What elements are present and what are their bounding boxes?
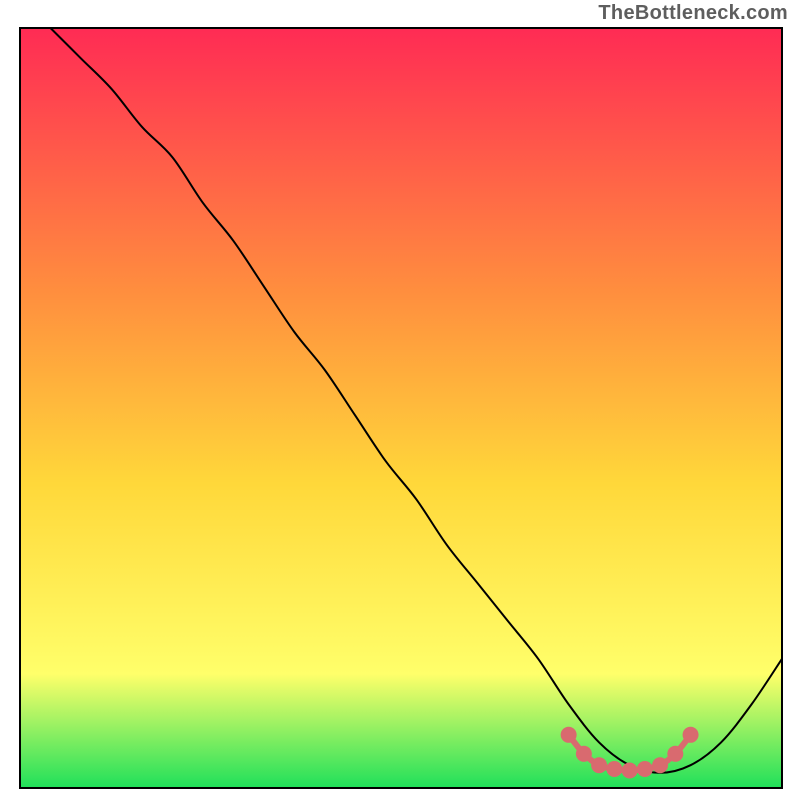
optimal-zone-point (667, 746, 683, 762)
optimal-zone-point (561, 727, 577, 743)
optimal-zone-point (606, 761, 622, 777)
watermark-text: TheBottleneck.com (598, 2, 788, 25)
chart-background (20, 28, 782, 788)
optimal-zone-point (622, 763, 638, 779)
chart-container: TheBottleneck.com (0, 0, 800, 800)
optimal-zone-point (652, 757, 668, 773)
optimal-zone-point (637, 761, 653, 777)
bottleneck-chart (0, 0, 800, 800)
optimal-zone-point (683, 727, 699, 743)
optimal-zone-point (576, 746, 592, 762)
optimal-zone-point (591, 757, 607, 773)
